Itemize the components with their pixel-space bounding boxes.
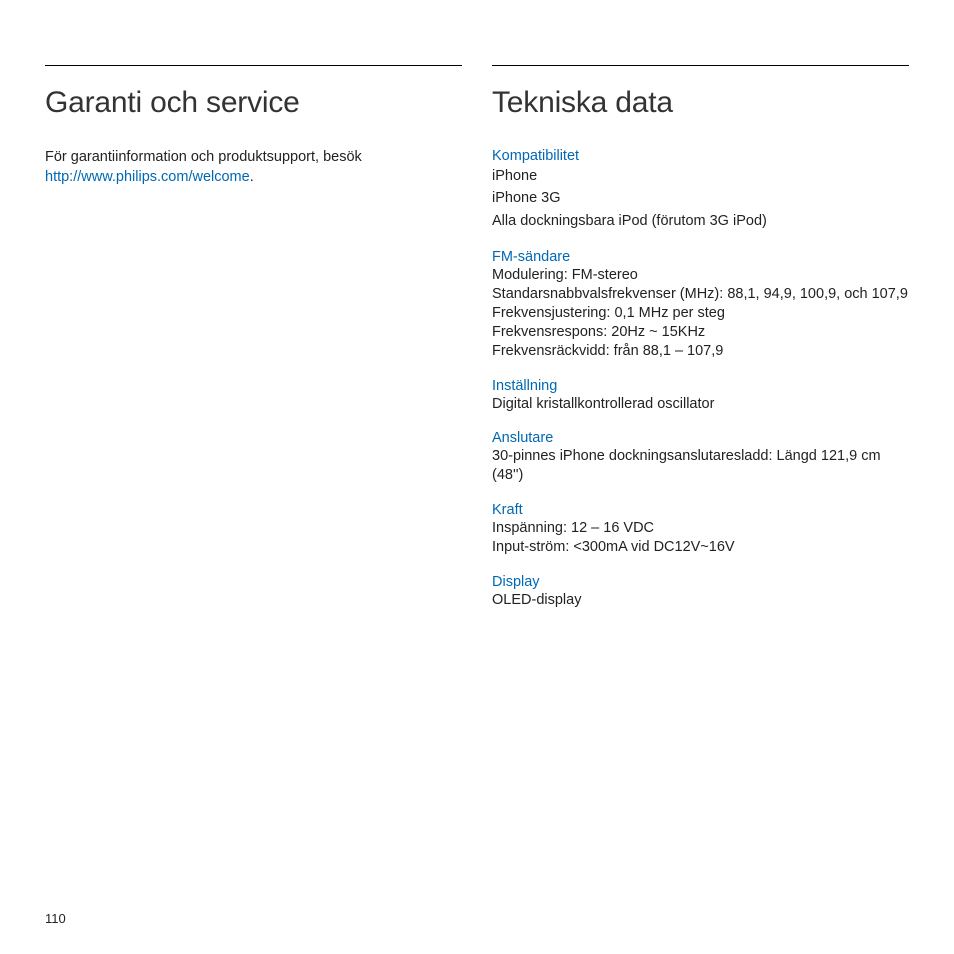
- spec-section-line: Standarsnabbvalsfrekvenser (MHz): 88,1, …: [492, 285, 909, 304]
- heading-left: Garanti och service: [45, 86, 462, 120]
- spec-section-title: Kraft: [492, 502, 909, 518]
- spec-section-line: Modulering: FM-stereo: [492, 266, 909, 285]
- spec-section-title: FM-sändare: [492, 249, 909, 265]
- intro-after-link: .: [250, 169, 254, 185]
- page-number: 110: [45, 911, 66, 926]
- divider-rule: [492, 65, 909, 66]
- spec-section-title: Anslutare: [492, 430, 909, 446]
- spec-section-line: iPhone 3G: [492, 187, 909, 209]
- spec-section-title: Inställning: [492, 378, 909, 394]
- spec-section: KraftInspänning: 12 – 16 VDCInput-ström:…: [492, 502, 909, 557]
- left-column: Garanti och service För garantiinformati…: [45, 65, 462, 627]
- sections-container: KompatibilitetiPhoneiPhone 3GAlla dockni…: [492, 148, 909, 610]
- spec-section: FM-sändareModulering: FM-stereoStandarsn…: [492, 249, 909, 360]
- spec-section: KompatibilitetiPhoneiPhone 3GAlla dockni…: [492, 148, 909, 232]
- content-columns: Garanti och service För garantiinformati…: [45, 65, 909, 627]
- intro-paragraph: För garantiinformation och produktsuppor…: [45, 148, 462, 187]
- spec-section-line: Alla dockningsbara iPod (förutom 3G iPod…: [492, 210, 909, 232]
- spec-section: InställningDigital kristallkontrollerad …: [492, 378, 909, 414]
- support-link[interactable]: http://www.philips.com/welcome: [45, 169, 250, 185]
- right-column: Tekniska data KompatibilitetiPhoneiPhone…: [492, 65, 909, 627]
- spec-section-line: 30-pinnes iPhone dockningsanslutaresladd…: [492, 447, 909, 485]
- spec-section-line: Inspänning: 12 – 16 VDC: [492, 519, 909, 538]
- spec-section-line: iPhone: [492, 165, 909, 187]
- heading-right: Tekniska data: [492, 86, 909, 120]
- spec-section: DisplayOLED-display: [492, 574, 909, 610]
- spec-section-title: Display: [492, 574, 909, 590]
- spec-section-line: Frekvensjustering: 0,1 MHz per steg: [492, 304, 909, 323]
- spec-section-line: Frekvensrespons: 20Hz ~ 15KHz: [492, 323, 909, 342]
- spec-section-line: OLED-display: [492, 591, 909, 610]
- spec-section-line: Frekvensräckvidd: från 88,1 – 107,9: [492, 342, 909, 361]
- spec-section: Anslutare30-pinnes iPhone dockningsanslu…: [492, 430, 909, 485]
- spec-section-line: Input-ström: <300mA vid DC12V~16V: [492, 538, 909, 557]
- spec-section-title: Kompatibilitet: [492, 148, 909, 164]
- divider-rule: [45, 65, 462, 66]
- spec-section-line: Digital kristallkontrollerad oscillator: [492, 395, 909, 414]
- intro-before-link: För garantiinformation och produktsuppor…: [45, 149, 362, 165]
